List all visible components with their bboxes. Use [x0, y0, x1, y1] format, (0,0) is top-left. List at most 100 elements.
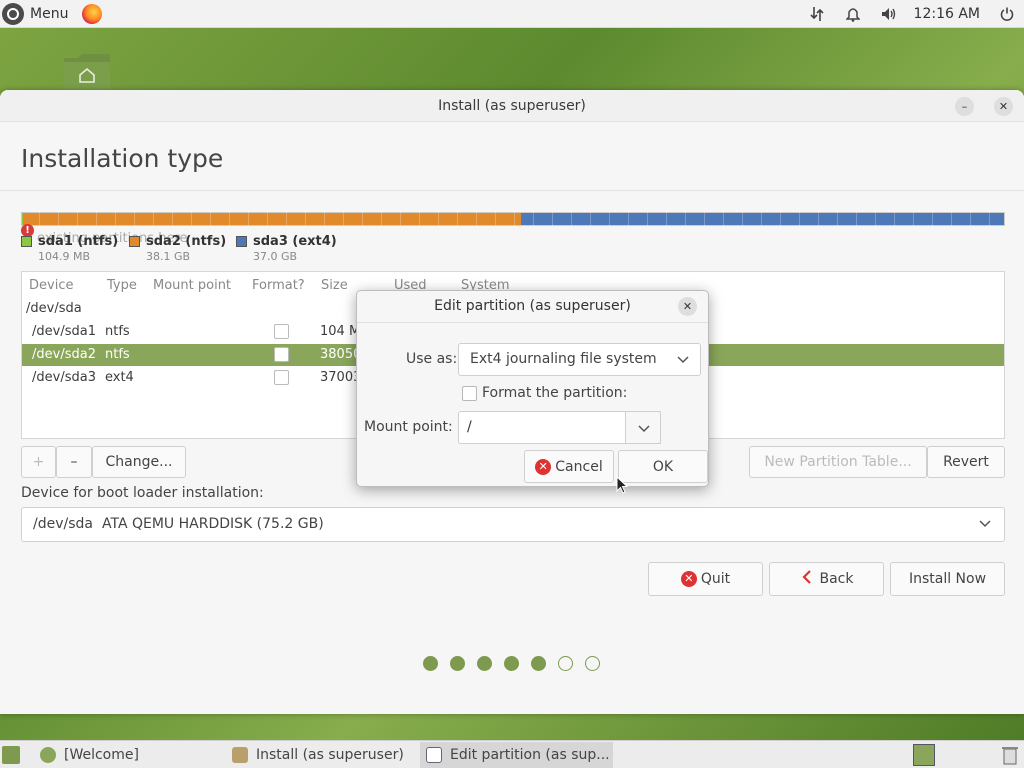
legend-size: 37.0 GB [253, 250, 298, 263]
boot-loader-select[interactable]: /dev/sda ATA QEMU HARDDISK (75.2 GB) [21, 507, 1005, 542]
chevron-down-icon [637, 421, 651, 439]
cell-type: ntfs [105, 347, 130, 362]
taskbar-item-install[interactable]: Install (as superuser) [226, 742, 416, 768]
partition-bar-overlay [21, 212, 1005, 226]
clock[interactable]: 12:16 AM [914, 6, 980, 22]
progress-dots [423, 656, 600, 671]
cell-size: 104 M [320, 324, 361, 339]
firefox-icon[interactable] [82, 4, 103, 24]
add-partition-button[interactable]: + [21, 446, 56, 478]
home-folder-icon[interactable] [64, 52, 110, 92]
format-partition-checkbox[interactable] [462, 386, 477, 401]
quit-button[interactable]: ✕ Quit [648, 562, 763, 596]
cancel-label: Cancel [555, 458, 603, 475]
system-tray: 12:16 AM [790, 5, 1016, 23]
progress-dot [558, 656, 573, 671]
legend-swatch [236, 236, 247, 247]
mount-point-dropdown-button[interactable] [625, 411, 661, 444]
format-checkbox[interactable] [274, 347, 289, 362]
taskbar-item-label: Edit partition (as sup... [450, 747, 610, 763]
back-label: Back [819, 571, 854, 587]
legend-name: sda1 (ntfs) [38, 234, 119, 249]
back-button[interactable]: Back [769, 562, 884, 596]
top-panel: Menu 12:16 AM [0, 0, 1024, 28]
cell-device: /dev/sda3 [32, 370, 96, 385]
taskbar: [Welcome] Install (as superuser) Edit pa… [0, 740, 1024, 768]
column-header-type[interactable]: Type [107, 278, 137, 293]
column-header-size[interactable]: Size [321, 278, 348, 293]
taskbar-item-label: Install (as superuser) [256, 747, 404, 763]
use-as-select[interactable]: Ext4 journaling file system [458, 343, 701, 376]
dialog-titlebar[interactable]: Edit partition (as superuser) ✕ [357, 291, 708, 323]
ubuntu-logo-icon [2, 3, 24, 25]
chevron-down-icon [676, 352, 690, 370]
quit-label: Quit [700, 571, 731, 587]
power-icon[interactable] [998, 5, 1016, 23]
progress-dot [450, 656, 465, 671]
window-title: Install (as superuser) [438, 98, 586, 114]
legend-size: 38.1 GB [146, 250, 191, 263]
bell-icon[interactable] [844, 5, 862, 23]
close-circle-icon: ✕ [535, 458, 552, 475]
dialog-title: Edit partition (as superuser) [434, 298, 631, 314]
column-header-mount-point[interactable]: Mount point [153, 278, 231, 293]
install-now-button[interactable]: Install Now [890, 562, 1005, 596]
format-checkbox[interactable] [274, 370, 289, 385]
column-header-format[interactable]: Format? [252, 278, 305, 293]
cancel-button[interactable]: ✕ Cancel [524, 450, 614, 483]
minimize-button[interactable]: – [955, 97, 974, 116]
legend-name: sda3 (ext4) [253, 234, 337, 249]
progress-dot [477, 656, 492, 671]
close-circle-icon: ✕ [680, 571, 697, 587]
revert-button[interactable]: Revert [927, 446, 1005, 478]
new-partition-table-button[interactable]: New Partition Table... [749, 446, 927, 478]
dialog-close-button[interactable]: ✕ [678, 297, 697, 316]
edit-partition-dialog: Edit partition (as superuser) ✕ Use as: … [356, 290, 709, 487]
show-desktop-icon[interactable] [2, 746, 20, 764]
taskbar-item-edit-partition[interactable]: Edit partition (as sup... [420, 742, 613, 768]
legend-size: 104.9 MB [38, 250, 91, 263]
mouse-cursor-icon [616, 475, 629, 498]
use-as-value: Ext4 journaling file system [470, 351, 657, 367]
boot-device: /dev/sda [33, 516, 93, 532]
boot-device-description: ATA QEMU HARDDISK (75.2 GB) [102, 516, 324, 532]
welcome-app-icon [40, 747, 56, 763]
change-partition-button[interactable]: Change... [92, 446, 186, 478]
cell-device: /dev/sda2 [32, 347, 96, 362]
progress-dot [531, 656, 546, 671]
mount-point-value: / [467, 419, 472, 435]
use-as-label: Use as: [406, 351, 458, 367]
network-icon[interactable] [808, 5, 826, 23]
format-partition-label: Format the partition: [482, 385, 628, 401]
window-titlebar[interactable]: Install (as superuser) – ✕ [0, 90, 1024, 122]
progress-dot [423, 656, 438, 671]
mount-point-label: Mount point: [364, 419, 453, 435]
installer-app-icon [232, 747, 248, 763]
volume-icon[interactable] [880, 5, 898, 23]
page-title: Installation type [21, 144, 224, 173]
cell-type: ext4 [105, 370, 134, 385]
format-checkbox[interactable] [274, 324, 289, 339]
legend-name: sda2 (ntfs) [146, 234, 227, 249]
back-arrow-icon [800, 569, 816, 589]
dialog-app-icon [426, 747, 442, 763]
taskbar-item-label: [Welcome] [64, 747, 139, 763]
column-header-device[interactable]: Device [29, 278, 73, 293]
taskbar-item-welcome[interactable]: [Welcome] [34, 742, 224, 768]
close-button[interactable]: ✕ [994, 97, 1013, 116]
trash-icon[interactable] [1001, 745, 1019, 765]
chevron-down-icon [978, 516, 992, 534]
legend-swatch [129, 236, 140, 247]
divider [0, 190, 1024, 191]
app-menu-button[interactable]: Menu [2, 3, 103, 25]
cell-type: ntfs [105, 324, 130, 339]
menu-label: Menu [30, 6, 69, 22]
progress-dot [504, 656, 519, 671]
ok-button[interactable]: OK [618, 450, 708, 483]
cell-device: /dev/sda1 [32, 324, 96, 339]
clipboard-icon[interactable] [913, 744, 935, 766]
boot-loader-label: Device for boot loader installation: [21, 485, 264, 501]
legend-swatch [21, 236, 32, 247]
remove-partition-button[interactable]: – [56, 446, 92, 478]
progress-dot [585, 656, 600, 671]
